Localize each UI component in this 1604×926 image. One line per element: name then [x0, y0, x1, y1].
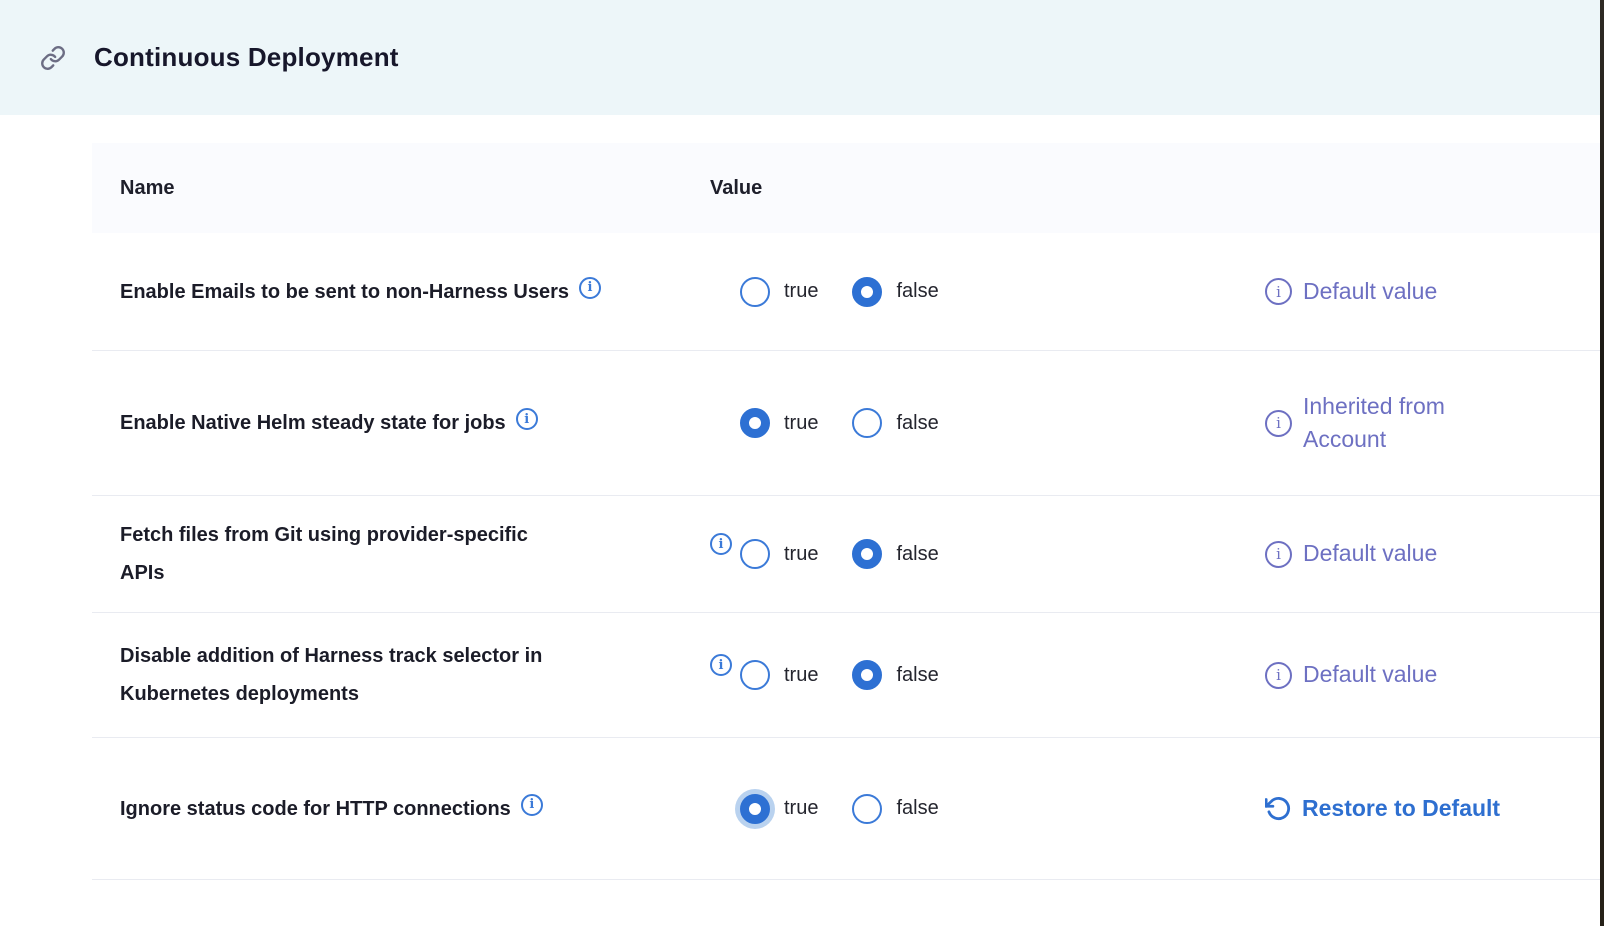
page-title: Continuous Deployment — [94, 42, 399, 73]
setting-status-cell: Restore to Default — [1265, 795, 1600, 822]
radio-circle-icon[interactable] — [852, 539, 882, 569]
radio-circle-icon[interactable] — [740, 277, 770, 307]
setting-name: Fetch files from Git using provider-spec… — [120, 516, 528, 592]
setting-status-cell: i Default value — [1265, 658, 1600, 691]
setting-name-cell: Ignore status code for HTTP connections … — [92, 790, 710, 828]
setting-name: Disable addition of Harness track select… — [120, 637, 542, 713]
status-label: Default value — [1303, 658, 1437, 691]
status-label: Default value — [1303, 537, 1437, 570]
info-icon[interactable]: i — [516, 408, 538, 430]
table-row: Fetch files from Git using provider-spec… — [92, 496, 1600, 613]
icon-slot: i — [710, 543, 740, 565]
settings-page: Continuous Deployment Name Value Enable … — [0, 0, 1604, 926]
radio-false[interactable]: false — [852, 277, 938, 307]
radio-circle-icon[interactable] — [740, 408, 770, 438]
radio-circle-icon[interactable] — [852, 408, 882, 438]
setting-value-cell: true false — [710, 794, 1175, 824]
table-row: Ignore status code for HTTP connections … — [92, 738, 1600, 880]
setting-name-cell: Disable addition of Harness track select… — [92, 637, 710, 713]
setting-value-cell: i true false — [710, 660, 1175, 690]
info-circle-icon[interactable]: i — [1265, 278, 1292, 305]
radio-false[interactable]: false — [852, 794, 938, 824]
section-header: Continuous Deployment — [0, 0, 1600, 115]
restore-icon — [1265, 795, 1292, 822]
radio-true[interactable]: true — [740, 277, 818, 307]
radio-false[interactable]: false — [852, 408, 938, 438]
icon-slot: i — [710, 664, 740, 686]
radio-true[interactable]: true — [740, 660, 818, 690]
column-header-name: Name — [92, 177, 710, 200]
radio-circle-icon[interactable] — [852, 794, 882, 824]
table-row: Enable Emails to be sent to non-Harness … — [92, 233, 1600, 351]
radio-circle-icon[interactable] — [740, 539, 770, 569]
info-icon[interactable]: i — [710, 654, 732, 676]
table-header-row: Name Value — [92, 143, 1600, 233]
info-circle-icon[interactable]: i — [1265, 662, 1292, 689]
radio-true[interactable]: true — [740, 539, 818, 569]
radio-circle-icon[interactable] — [740, 660, 770, 690]
setting-name-cell: Enable Emails to be sent to non-Harness … — [92, 273, 710, 311]
radio-false[interactable]: false — [852, 660, 938, 690]
setting-status-cell: i Inherited from Account — [1265, 390, 1600, 457]
setting-value-cell: true false — [710, 277, 1175, 307]
setting-name: Enable Emails to be sent to non-Harness … — [120, 273, 569, 311]
radio-circle-icon[interactable] — [852, 277, 882, 307]
settings-table: Name Value Enable Emails to be sent to n… — [92, 143, 1600, 880]
radio-false[interactable]: false — [852, 539, 938, 569]
setting-status-cell: i Default value — [1265, 275, 1600, 308]
info-icon[interactable]: i — [521, 794, 543, 816]
link-icon[interactable] — [40, 45, 66, 71]
setting-name-cell: Fetch files from Git using provider-spec… — [92, 516, 710, 592]
restore-label: Restore to Default — [1302, 795, 1500, 822]
table-row: Enable Native Helm steady state for jobs… — [92, 351, 1600, 496]
setting-value-cell: true false — [710, 408, 1175, 438]
column-header-value: Value — [710, 177, 762, 200]
setting-name: Ignore status code for HTTP connections — [120, 790, 511, 828]
info-icon[interactable]: i — [710, 533, 732, 555]
radio-true[interactable]: true — [740, 408, 818, 438]
info-circle-icon[interactable]: i — [1265, 410, 1292, 437]
setting-value-cell: i true false — [710, 539, 1175, 569]
radio-true[interactable]: true — [740, 794, 818, 824]
radio-circle-icon[interactable] — [740, 794, 770, 824]
table-row: Disable addition of Harness track select… — [92, 613, 1600, 738]
status-label: Inherited from Account — [1303, 390, 1498, 457]
info-icon[interactable]: i — [579, 277, 601, 299]
radio-circle-icon[interactable] — [852, 660, 882, 690]
setting-name: Enable Native Helm steady state for jobs — [120, 404, 506, 442]
status-label: Default value — [1303, 275, 1437, 308]
setting-status-cell: i Default value — [1265, 537, 1600, 570]
info-circle-icon[interactable]: i — [1265, 541, 1292, 568]
screen-edge-strip — [1600, 0, 1604, 926]
restore-to-default-button[interactable]: Restore to Default — [1265, 795, 1500, 822]
setting-name-cell: Enable Native Helm steady state for jobs… — [92, 404, 710, 442]
